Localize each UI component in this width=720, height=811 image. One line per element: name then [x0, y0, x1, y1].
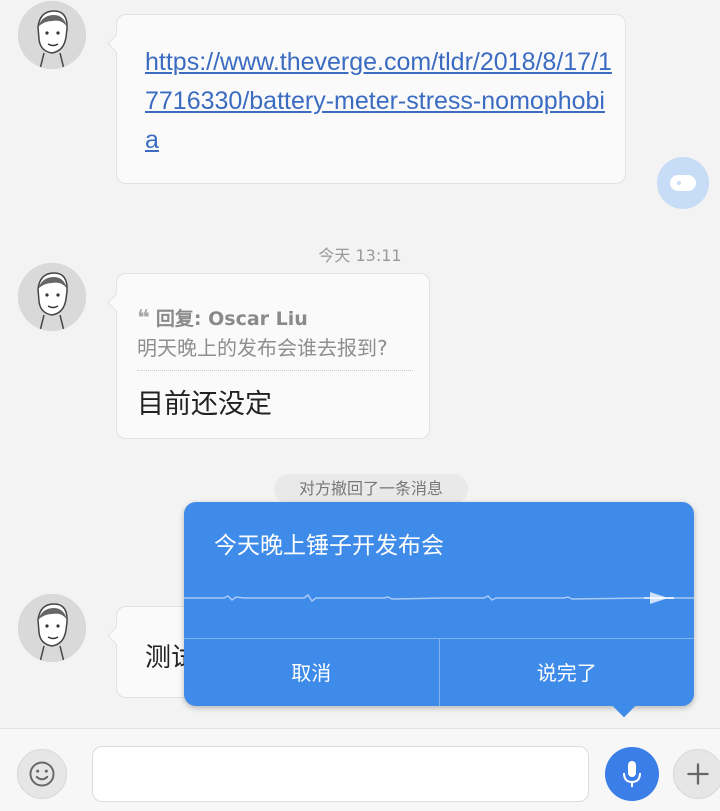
message-link[interactable]: https://www.theverge.com/tldr/2018/8/17/…: [145, 43, 615, 160]
emoji-icon[interactable]: [17, 749, 67, 799]
waveform-icon: [184, 592, 694, 604]
reply-message-bubble[interactable]: ❝ 回复: Oscar Liu 明天晚上的发布会谁去报到? 目前还没定: [116, 273, 430, 439]
plus-icon[interactable]: [673, 749, 720, 799]
quote-text: 明天晚上的发布会谁去报到?: [137, 336, 388, 360]
recall-notice: 对方撤回了一条消息: [274, 474, 468, 504]
side-action-icon[interactable]: [657, 157, 709, 209]
done-speaking-button[interactable]: 说完了: [438, 639, 695, 706]
recognized-text: 今天晚上锤子开发布会: [214, 533, 444, 559]
avatar[interactable]: [18, 1, 86, 69]
avatar[interactable]: [18, 594, 86, 662]
avatar[interactable]: [18, 263, 86, 331]
quote-divider: [137, 370, 413, 371]
voice-input-panel: 今天晚上锤子开发布会 取消 说完了: [184, 502, 694, 706]
timestamp: 今天 13:11: [318, 246, 402, 265]
cancel-button[interactable]: 取消: [184, 639, 439, 706]
message-text: 目前还没定: [137, 389, 272, 420]
quote-header: ❝ 回复: Oscar Liu: [137, 304, 308, 331]
quote-icon: ❝: [137, 306, 150, 331]
quote-header-text: 回复: Oscar Liu: [155, 308, 308, 330]
input-bar: [0, 728, 720, 811]
link-message-bubble[interactable]: https://www.theverge.com/tldr/2018/8/17/…: [116, 14, 626, 184]
message-input[interactable]: [92, 746, 589, 802]
voice-buttons: 取消 说完了: [184, 638, 694, 706]
mic-icon[interactable]: [605, 747, 659, 801]
